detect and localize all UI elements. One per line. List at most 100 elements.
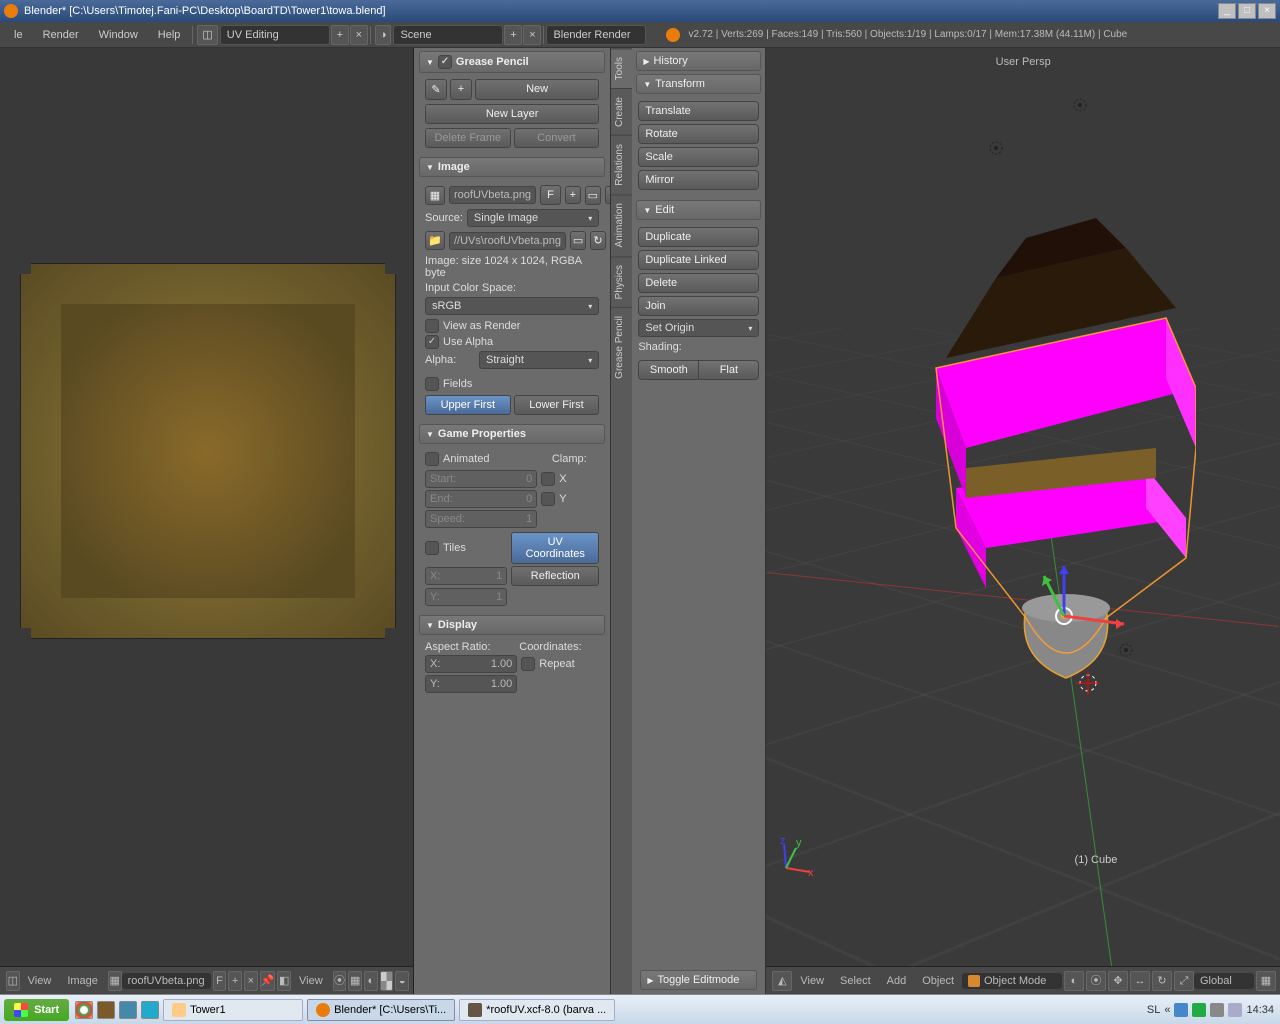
gp-delete-frame-button[interactable]: Delete Frame [425, 128, 511, 148]
start-button[interactable]: Start [4, 999, 69, 1021]
join-button[interactable]: Join [638, 296, 759, 316]
gp-convert-button[interactable]: Convert [514, 128, 600, 148]
panel-toggle-editmode[interactable]: Toggle Editmode [640, 970, 757, 990]
vtab-tools[interactable]: Tools [611, 48, 632, 88]
quick-ie-icon[interactable] [141, 1001, 159, 1019]
vtab-relations[interactable]: Relations [611, 135, 632, 194]
scene-del-button[interactable]: × [523, 25, 541, 45]
image-datablock-icon[interactable]: ▦ [425, 186, 445, 205]
v3d-menu-select[interactable]: Select [832, 975, 879, 987]
lamp-icon[interactable] [1114, 638, 1138, 662]
alpha-dropdown[interactable]: Straight [479, 351, 599, 369]
tiles-y-field[interactable]: Y:1 [425, 588, 507, 606]
smooth-button[interactable]: Smooth [638, 360, 698, 380]
quick-chrome-icon[interactable] [75, 1001, 93, 1019]
vtab-create[interactable]: Create [611, 88, 632, 135]
system-tray[interactable]: SL « 14:34 [1141, 1003, 1280, 1017]
image-open-button[interactable]: ▭ [585, 186, 601, 205]
menu-window[interactable]: Window [89, 22, 148, 48]
pivot-icon[interactable]: ⦿ [333, 971, 347, 991]
lamp-icon[interactable] [984, 136, 1008, 160]
render-engine[interactable]: Blender Render [546, 25, 646, 45]
panel-image[interactable]: Image [419, 157, 605, 177]
v3d-menu-object[interactable]: Object [914, 975, 962, 987]
speed-field[interactable]: Speed:1 [425, 510, 537, 528]
uv-menu-image[interactable]: Image [59, 975, 106, 987]
vtab-physics[interactable]: Physics [611, 256, 632, 307]
tray-network-icon[interactable] [1174, 1003, 1188, 1017]
panel-edit[interactable]: Edit [636, 200, 761, 220]
duplicate-linked-button[interactable]: Duplicate Linked [638, 250, 759, 270]
v3d-menu-view[interactable]: View [792, 975, 832, 987]
panel-history[interactable]: History [636, 51, 761, 71]
gp-new-layer-button[interactable]: New Layer [425, 104, 599, 124]
editor-type-icon[interactable]: ◭ [772, 971, 792, 991]
render-result-icon[interactable]: ◐ [364, 971, 378, 991]
layers-icon[interactable]: ▦ [1256, 971, 1276, 991]
set-origin-dropdown[interactable]: Set Origin [638, 319, 759, 337]
uv-image-name[interactable]: roofUVbeta.png [122, 973, 211, 989]
panel-grease-pencil[interactable]: Grease Pencil [419, 51, 605, 73]
source-dropdown[interactable]: Single Image [467, 209, 599, 227]
image-f-button[interactable]: F [540, 185, 561, 205]
panel-transform[interactable]: Transform [636, 74, 761, 94]
uv-paint-icon[interactable]: ◧ [277, 971, 291, 991]
vtab-grease-pencil[interactable]: Grease Pencil [611, 307, 632, 387]
screen-layout-icon[interactable]: ◫ [197, 25, 217, 45]
mode-dropdown[interactable]: Object Mode [962, 973, 1062, 989]
image-fakeuser[interactable]: F [213, 971, 227, 991]
scene-field[interactable]: Scene [393, 25, 503, 45]
shading-sphere-icon[interactable]: ◐ [1064, 971, 1084, 991]
gp-new-button[interactable]: New [475, 79, 599, 100]
manip-translate-icon[interactable]: ↔ [1130, 971, 1150, 991]
filebrowse-open-icon[interactable]: ▭ [570, 231, 586, 250]
uv-menu-view[interactable]: View [20, 975, 60, 987]
close-button[interactable]: × [1258, 3, 1276, 19]
manip-scale-icon[interactable]: ⤢ [1174, 971, 1194, 991]
vtab-animation[interactable]: Animation [611, 194, 632, 255]
tray-clock[interactable]: 14:34 [1246, 1004, 1274, 1016]
mirror-button[interactable]: Mirror [638, 170, 759, 190]
start-field[interactable]: Start:0 [425, 470, 537, 488]
tower-object[interactable] [866, 188, 1196, 718]
scale-button[interactable]: Scale [638, 147, 759, 167]
clamp-y-checkbox[interactable] [541, 492, 555, 506]
image-new-button[interactable]: + [565, 186, 581, 204]
pencil-icon[interactable]: ✎ [425, 79, 447, 100]
tray-volume-icon[interactable] [1228, 1003, 1242, 1017]
maximize-button[interactable]: □ [1238, 3, 1256, 19]
reflection-button[interactable]: Reflection [511, 566, 599, 586]
image-name-field[interactable]: roofUVbeta.png [449, 186, 536, 204]
uv-menu-view2[interactable]: View [291, 975, 331, 987]
minimize-button[interactable]: _ [1218, 3, 1236, 19]
upper-first-button[interactable]: Upper First [425, 395, 511, 415]
lamp-icon[interactable] [1068, 93, 1092, 117]
taskbar-explorer[interactable]: Tower1 [163, 999, 303, 1021]
taskbar-gimp[interactable]: *roofUV.xcf-8.0 (barva ... [459, 999, 615, 1021]
pivot-median-icon[interactable]: ⦿ [1086, 971, 1106, 991]
lower-first-button[interactable]: Lower First [514, 395, 600, 415]
tiles-x-field[interactable]: X:1 [425, 567, 507, 585]
gp-add-icon[interactable]: + [450, 79, 472, 100]
quick-desktop-icon[interactable] [119, 1001, 137, 1019]
flat-button[interactable]: Flat [698, 360, 759, 380]
image-add-button[interactable]: + [228, 971, 242, 991]
orientation-dropdown[interactable]: Global [1194, 973, 1254, 989]
rotate-button[interactable]: Rotate [638, 124, 759, 144]
translate-button[interactable]: Translate [638, 101, 759, 121]
editor-type-icon[interactable]: ◫ [6, 971, 20, 991]
layout-add-button[interactable]: + [331, 25, 349, 45]
image-unlink-button[interactable]: × [244, 971, 258, 991]
pin-icon[interactable]: 📌 [260, 971, 276, 991]
tray-expand-icon[interactable]: « [1164, 1004, 1170, 1016]
panel-display[interactable]: Display [419, 615, 605, 635]
uv-image[interactable] [20, 263, 396, 639]
end-field[interactable]: End:0 [425, 490, 537, 508]
alpha-icon[interactable]: ◒ [395, 971, 409, 991]
animated-checkbox[interactable] [425, 452, 439, 466]
uvcoords-button[interactable]: UV Coordinates [511, 532, 599, 564]
menu-render[interactable]: Render [33, 22, 89, 48]
use-alpha-checkbox[interactable] [425, 335, 439, 349]
v3d-menu-add[interactable]: Add [879, 975, 915, 987]
clamp-x-checkbox[interactable] [541, 472, 555, 486]
